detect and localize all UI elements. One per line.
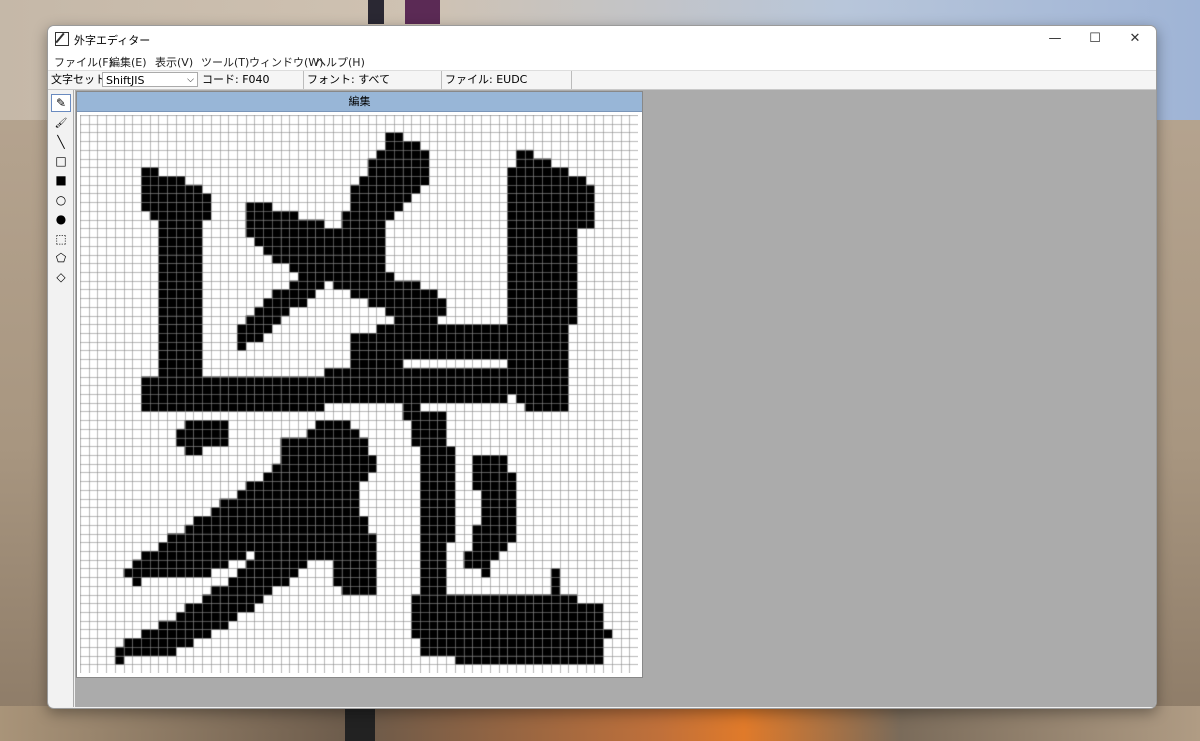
file-field: ファイル: EUDC: [442, 71, 572, 89]
filled-rectangle-tool[interactable]: ■: [51, 171, 71, 189]
edit-panel-header: 編集: [77, 92, 642, 112]
menu-tools[interactable]: ツール(T): [201, 54, 249, 70]
charset-label: 文字セット:: [51, 73, 110, 86]
menu-view[interactable]: 表示(V): [155, 54, 193, 70]
status-bar: 文字セット: ShiftJIS ⌵ コード: F040 フォント: すべて ファ…: [48, 71, 1156, 90]
filled-rectangle-icon: ■: [55, 173, 67, 187]
hollow-ellipse-icon: ○: [55, 193, 67, 207]
brush-tool[interactable]: 🖌: [51, 114, 71, 132]
menu-window[interactable]: ウィンドウ(W): [249, 54, 323, 70]
eraser-icon: ◇: [56, 270, 66, 284]
brush-icon: 🖌: [54, 117, 68, 129]
font-field: フォント: すべて: [304, 71, 442, 89]
glyph-edit-grid[interactable]: [80, 115, 638, 673]
hollow-ellipse-tool[interactable]: ○: [51, 191, 71, 209]
title-bar[interactable]: 外字エディター — ☐ ✕: [48, 26, 1156, 51]
toolbox: ✎ 🖌 ╲ □ ■ ○ ● ⬚ ⬠ ◇: [49, 90, 74, 707]
charset-value: ShiftJIS: [106, 74, 145, 87]
eraser-tool[interactable]: ◇: [51, 268, 71, 286]
chevron-down-icon: ⌵: [187, 75, 194, 85]
hollow-rectangle-tool[interactable]: □: [51, 152, 71, 170]
wallpaper-post: [345, 706, 375, 741]
rectangular-selection-tool[interactable]: ⬚: [51, 230, 71, 248]
filled-ellipse-icon: ●: [55, 212, 67, 226]
minimize-button[interactable]: —: [1035, 26, 1075, 51]
desktop-wallpaper-bottom: [0, 706, 1200, 741]
line-tool[interactable]: ╲: [51, 133, 71, 151]
app-icon: [55, 32, 69, 46]
pencil-tool[interactable]: ✎: [51, 94, 71, 112]
freeform-selection-tool[interactable]: ⬠: [51, 249, 71, 267]
wallpaper-pole: [368, 0, 384, 24]
menu-edit[interactable]: 編集(E): [109, 54, 147, 70]
hollow-rectangle-icon: □: [55, 154, 67, 168]
wallpaper-flag: [405, 0, 440, 24]
edit-panel: 編集: [76, 91, 643, 678]
code-field: コード: F040: [199, 71, 304, 89]
charset-dropdown[interactable]: ShiftJIS ⌵: [102, 72, 198, 87]
menu-help[interactable]: ヘルプ(H): [315, 54, 365, 70]
rectangular-selection-icon: ⬚: [55, 232, 67, 246]
filled-ellipse-tool[interactable]: ●: [51, 210, 71, 228]
window-title: 外字エディター: [74, 34, 151, 47]
line-icon: ╲: [57, 135, 65, 149]
pencil-icon: ✎: [55, 96, 67, 110]
menu-bar: ファイル(F) 編集(E) 表示(V) ツール(T) ウィンドウ(W) ヘルプ(…: [48, 51, 1156, 71]
workspace: 編集: [75, 90, 1156, 707]
eudc-editor-window: 外字エディター — ☐ ✕ ファイル(F) 編集(E) 表示(V) ツール(T)…: [47, 25, 1157, 709]
maximize-button[interactable]: ☐: [1075, 26, 1115, 51]
close-button[interactable]: ✕: [1115, 26, 1155, 51]
menu-file[interactable]: ファイル(F): [54, 54, 113, 70]
freeform-selection-icon: ⬠: [55, 251, 67, 265]
